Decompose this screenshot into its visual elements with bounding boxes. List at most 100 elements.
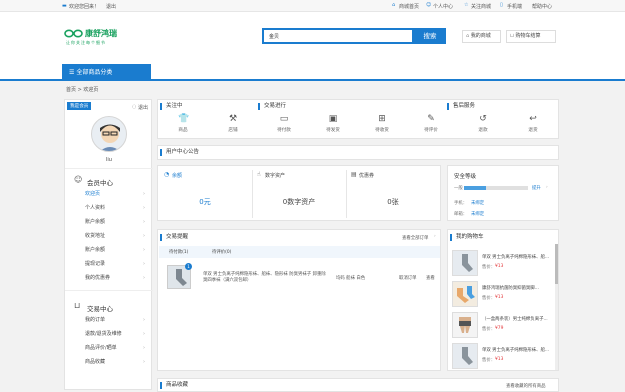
balance-label: 余额 — [172, 173, 183, 179]
member-center-icon: ☺ — [74, 175, 83, 184]
balance-value[interactable]: 0元 — [158, 197, 252, 207]
cart-item-price-label: 售价： — [482, 327, 496, 332]
divider — [346, 170, 347, 218]
view-order-button[interactable]: 查看 — [426, 275, 435, 281]
cart-item-price: ¥13 — [495, 357, 504, 362]
order-count-badge: 1 — [185, 263, 192, 270]
sidebar-item-balance[interactable]: 账户余额 › — [85, 216, 149, 229]
sidebar-item-label: 商品评价/晒单 — [85, 345, 117, 351]
coupon-value[interactable]: 0张 — [346, 197, 440, 207]
security-progress-fill — [464, 186, 487, 190]
sidebar-item-favorites[interactable]: 商品收藏 › — [85, 356, 149, 369]
cart-item[interactable]: 单双 男士负离子纯棉隐形袜、船... 售价： ¥13 — [452, 343, 556, 370]
breadcrumb: 首页 > 欢迎页 — [66, 86, 98, 93]
cart-item-name[interactable]: 单双 男士负离子纯棉隐形袜、船... — [482, 347, 554, 353]
sidebar-logout[interactable]: 退出 — [138, 104, 148, 111]
digital-asset-value[interactable]: 0数字资产 — [252, 197, 346, 207]
cart-item-name[interactable]: （一盒两条装）男士纯棉负离子... — [482, 316, 554, 322]
follow-icon: ☆ — [464, 2, 469, 8]
breadcrumb-separator: > — [77, 87, 82, 93]
member-center-title: 会员中心 — [87, 179, 113, 187]
store-icon: ⌂ — [466, 33, 470, 39]
logo-icon[interactable] — [64, 29, 84, 38]
sidebar-item-refunds[interactable]: 退款/退货及维修 › — [85, 328, 149, 341]
box-icon[interactable]: ▣ — [328, 114, 338, 124]
wallet-icon[interactable]: ▭ — [279, 114, 289, 124]
sidebar-item-label: 商品收藏 — [85, 359, 106, 365]
order-product-name[interactable]: 单双 男士负离子纯棉隐形袜、船袜、隐形袜 防臭男袜子 卸重除臭四季袜（满六双包邮… — [203, 272, 328, 284]
mall-home-icon: ⌂ — [392, 2, 396, 8]
cart-item-price: ¥13 — [495, 295, 504, 300]
cart-item-name[interactable]: 单双 男士负离子纯棉隐形袜、船... — [482, 254, 554, 260]
quick-panel: 关注中 👕 商品 ⚒ 店铺 交易进行 ▭ 待付款 ▣ 待发货 ⊞ 待收货 ✎ 待… — [157, 99, 559, 139]
all-categories-label: 全部商品分类 — [76, 69, 113, 76]
logout-link[interactable]: 退出 — [106, 3, 116, 10]
view-all-favorites-link[interactable]: 查看收藏的所有商品 — [506, 383, 546, 389]
top-link-follow[interactable]: 关注商城 — [471, 3, 491, 10]
cart-item-image[interactable] — [452, 312, 478, 338]
cart-item[interactable]: 单双 男士负离子纯棉隐形袜、船... 售价： ¥13 — [452, 250, 556, 280]
sidebar-item-profile[interactable]: 个人资料 › — [85, 202, 149, 215]
cart-checkout-label: 购物车结算 — [515, 33, 541, 39]
hammer-icon[interactable]: ⚒ — [228, 114, 238, 124]
cart-item-name[interactable]: 康舒鸿瑞抗菌防臭抑菌臭脚... — [482, 285, 554, 291]
search-input[interactable]: 金贝 — [262, 28, 414, 44]
phone-bind-link[interactable]: 未绑定 — [471, 200, 484, 206]
cart-item[interactable]: （一盒两条装）男士纯棉负离子... 售价： ¥79 — [452, 312, 556, 342]
security-panel: 安全等级 一般 提升 › 手机： 未绑定 邮箱： 未绑定 — [447, 165, 559, 221]
trade-title: 交易进行 — [258, 103, 286, 110]
sidebar-item-withdraw[interactable]: 提现记录 › — [85, 258, 149, 271]
cart-item-price: ¥79 — [495, 326, 504, 331]
order-product-spec: 均码 船袜 白色 — [336, 276, 366, 281]
view-all-orders-link[interactable]: 查看全部订单 — [402, 235, 428, 241]
top-link-mobile[interactable]: 手机端 — [507, 3, 522, 10]
cart-icon: ⊔ — [510, 33, 514, 39]
cart-item-image[interactable] — [452, 250, 478, 276]
trade-pending-receive: 待收货 — [375, 128, 389, 133]
mobile-icon: ▯ — [500, 2, 503, 8]
top-link-help[interactable]: 帮助中心 — [532, 3, 552, 10]
breadcrumb-current: 欢迎页 — [83, 87, 99, 93]
email-bind-link[interactable]: 未绑定 — [471, 211, 484, 217]
sidebar-item-reviews[interactable]: 商品评价/晒单 › — [85, 342, 149, 355]
receive-icon[interactable]: ⊞ — [377, 114, 387, 124]
email-label: 邮箱： — [454, 212, 468, 217]
top-link-user-center[interactable]: 个人中心 — [433, 3, 453, 10]
coupon-icon: ▤ — [351, 171, 357, 178]
cart-item-image[interactable] — [452, 281, 478, 307]
trade-pending-ship: 待发货 — [326, 128, 340, 133]
return-icon[interactable]: ↩ — [528, 114, 538, 124]
avatar[interactable] — [91, 116, 127, 152]
menu-icon: ☰ — [69, 69, 75, 76]
cart-item-image[interactable] — [452, 343, 478, 369]
security-upgrade-link[interactable]: 提升 — [532, 185, 541, 191]
sidebar-item-coupons[interactable]: 我的优惠券 › — [85, 272, 149, 285]
sidebar-item-address[interactable]: 收货地址 › — [85, 230, 149, 243]
tab-pending-payment[interactable]: 待付款(1) — [169, 249, 188, 255]
search-button[interactable]: 搜索 — [414, 28, 446, 44]
chevron-right-icon: › — [546, 185, 548, 190]
my-mall-button[interactable]: ⌂ 我的商城 — [462, 30, 501, 43]
sidebar-item-welcome[interactable]: 欢迎页 › — [85, 188, 149, 201]
breadcrumb-home[interactable]: 首页 — [66, 87, 76, 93]
cart-checkout-button[interactable]: ⊔ 购物车结算 — [506, 30, 556, 43]
member-badge: 我是会员 — [67, 102, 92, 110]
sidebar-item-account-balance[interactable]: 账户余额 › — [85, 244, 149, 257]
comment-icon[interactable]: ✎ — [426, 114, 436, 124]
refund-icon[interactable]: ↺ — [478, 114, 488, 124]
cancel-order-button[interactable]: 取消订单 — [399, 275, 417, 281]
chevron-right-icon: › — [143, 331, 145, 337]
search-input-value: 金贝 — [269, 34, 280, 40]
cart-item[interactable]: 康舒鸿瑞抗菌防臭抑菌臭脚... 售价： ¥13 — [452, 281, 556, 311]
shirt-icon[interactable]: 👕 — [178, 114, 189, 124]
security-level: 一般 — [454, 186, 463, 191]
chevron-right-icon: › — [143, 233, 145, 239]
divider — [65, 168, 153, 169]
logo-slogan: 让你关注每个细节 — [66, 40, 106, 45]
chevron-right-icon: › — [143, 247, 145, 253]
sidebar-item-orders[interactable]: 我的订单 › — [85, 314, 149, 327]
announcement-title: 用户中心公告 — [160, 149, 199, 156]
top-link-home[interactable]: 商城首页 — [399, 3, 419, 10]
tab-pending-review[interactable]: 待评价(0) — [212, 249, 231, 255]
all-categories-button[interactable]: ☰ 全部商品分类 — [62, 64, 151, 81]
